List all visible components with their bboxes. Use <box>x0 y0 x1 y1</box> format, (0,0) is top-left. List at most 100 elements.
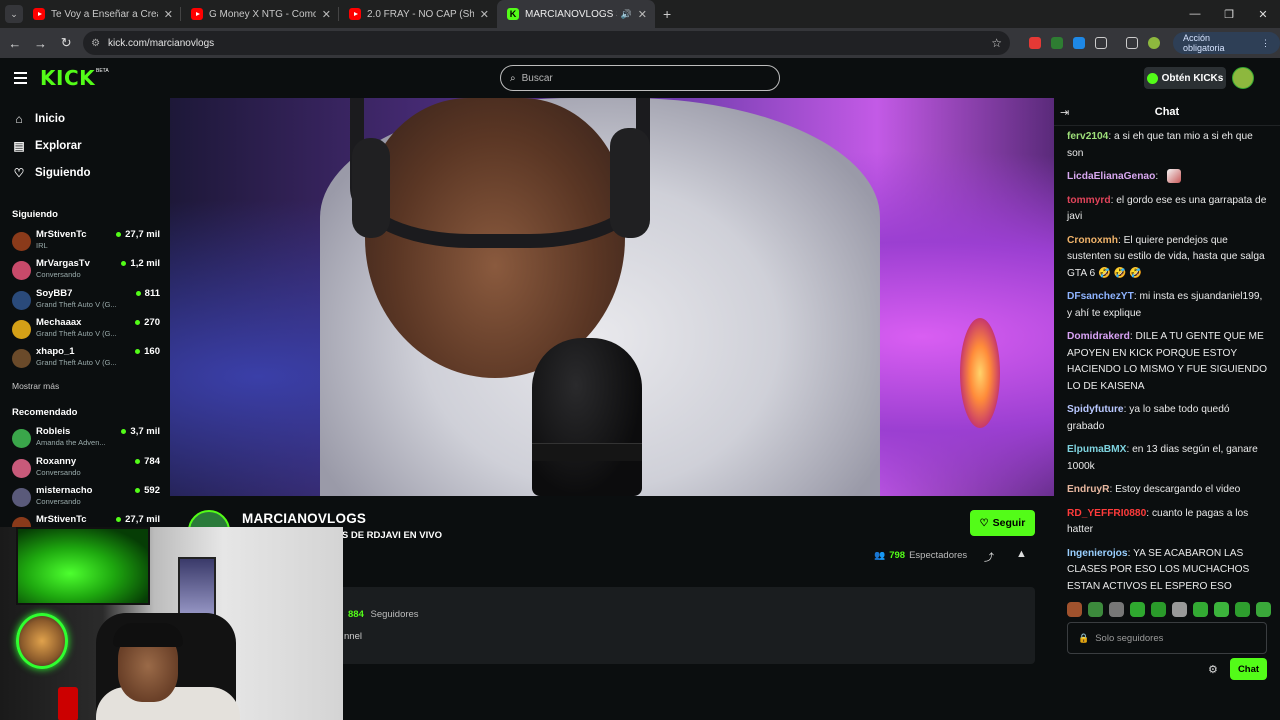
browser-tab-3[interactable]: 2.0 FRAY - NO CAP (Shot by. El ✕ <box>339 0 497 28</box>
viewer-count-value: 270 <box>144 317 160 328</box>
emote-icon[interactable] <box>1088 602 1103 617</box>
show-more-link[interactable]: Mostrar más <box>12 381 59 391</box>
chat-username[interactable]: tommyrd <box>1067 195 1111 206</box>
viewer-count-value: 3,7 mil <box>130 426 160 437</box>
chat-input-placeholder: Solo seguidores <box>1095 632 1164 644</box>
channel-avatar <box>12 320 31 339</box>
get-kicks-button[interactable]: Obtén KICKs <box>1144 67 1226 89</box>
channel-category: Conversando <box>36 497 81 506</box>
forward-icon[interactable]: → <box>28 36 54 51</box>
viewer-count: 👥 798 Espectadores <box>874 550 967 561</box>
beta-badge: BETA <box>96 68 109 74</box>
extensions-puzzle-icon[interactable] <box>1095 37 1107 49</box>
chat-username[interactable]: Cronoxmh <box>1067 235 1118 246</box>
get-kicks-label: Obtén KICKs <box>1161 72 1224 84</box>
emote-icon[interactable] <box>1214 602 1229 617</box>
new-tab-icon[interactable]: + <box>663 6 671 22</box>
following-channel[interactable]: SoyBB7 Grand Theft Auto V (G... 811 <box>12 288 160 314</box>
viewer-count: 3,7 mil <box>121 426 160 437</box>
following-channel[interactable]: xhapo_1 Grand Theft Auto V (G... 160 <box>12 346 160 372</box>
browser-tab-2[interactable]: G Money X NTG - Como Tú ( Vi ✕ <box>181 0 339 28</box>
channel-avatar <box>12 291 31 310</box>
chat-username[interactable]: LicdaElianaGenao <box>1067 171 1155 182</box>
close-tab-icon[interactable]: ✕ <box>164 8 173 21</box>
bookmark-star-icon[interactable]: ☆ <box>991 36 1002 50</box>
home-icon: ⌂ <box>15 112 23 126</box>
chat-username[interactable]: EndruyR <box>1067 484 1109 495</box>
reload-icon[interactable]: ↻ <box>53 35 79 51</box>
follower-count-label: Seguidores <box>370 609 419 620</box>
chat-send-button[interactable]: Chat <box>1230 658 1267 680</box>
audio-playing-icon[interactable]: 🔊 <box>621 9 632 20</box>
extension-record-icon[interactable] <box>1029 37 1041 49</box>
recommended-channel[interactable]: Roxanny Conversando 784 <box>12 456 160 482</box>
profile-avatar[interactable] <box>1148 37 1160 49</box>
people-icon: 👥 <box>874 550 886 560</box>
site-info-icon[interactable]: ⚙ <box>91 38 100 49</box>
action-required-label: Acción obligatoria <box>1183 33 1225 53</box>
tab-search-button[interactable]: ⌄ <box>5 5 23 23</box>
chat-username[interactable]: RD_YEFFRI0880 <box>1067 508 1146 519</box>
emote-icon[interactable] <box>1193 602 1208 617</box>
emote-icon[interactable] <box>1109 602 1124 617</box>
minimize-icon[interactable]: — <box>1178 8 1212 20</box>
report-icon[interactable]: ▲ <box>1016 548 1027 560</box>
extension-wave-icon[interactable] <box>1073 37 1085 49</box>
channel-name: MrStivenTc <box>36 514 87 525</box>
emote-icon[interactable] <box>1067 602 1082 617</box>
emote-icon[interactable] <box>1130 602 1145 617</box>
search-input[interactable]: ⌕ Buscar <box>500 65 780 91</box>
video-player[interactable] <box>170 98 1054 496</box>
action-required-button[interactable]: Acción obligatoria ⋮ <box>1173 32 1280 54</box>
recommended-channel[interactable]: misternacho Conversando 592 <box>12 485 160 511</box>
emote-icon[interactable] <box>1172 602 1187 617</box>
menu-icon[interactable] <box>14 72 27 87</box>
compass-icon: ▤ <box>13 139 25 153</box>
back-icon[interactable]: ← <box>2 36 28 51</box>
sidebar-item-inicio[interactable]: ⌂ Inicio <box>12 112 65 126</box>
sidebar-item-explorar[interactable]: ▤ Explorar <box>12 139 81 153</box>
channel-name: xhapo_1 <box>36 346 75 357</box>
live-dot-icon <box>121 261 127 266</box>
close-tab-icon[interactable]: ✕ <box>638 8 647 21</box>
streamer-name[interactable]: MARCIANOVLOGS <box>242 511 366 526</box>
user-avatar[interactable] <box>1232 67 1254 89</box>
following-channel[interactable]: Mechaaax Grand Theft Auto V (G... 270 <box>12 317 160 343</box>
close-window-icon[interactable]: ✕ <box>1246 8 1280 21</box>
channel-category: Conversando <box>36 468 81 477</box>
close-tab-icon[interactable]: ✕ <box>322 8 331 21</box>
emote-icon[interactable] <box>1256 602 1271 617</box>
chat-input[interactable]: 🔒 Solo seguidores <box>1067 622 1267 654</box>
emote-icon[interactable] <box>1235 602 1250 617</box>
sidebar-item-siguiendo[interactable]: ♡ Siguiendo <box>12 166 91 180</box>
chat-message: Spidyfuture: ya lo sabe todo quedó graba… <box>1067 402 1267 435</box>
chat-username[interactable]: DFsanchezYT <box>1067 291 1134 302</box>
browser-tab-1[interactable]: Te Voy a Enseñar a Crear y Mon ✕ <box>23 0 181 28</box>
viewer-count-label: Espectadores <box>909 550 968 561</box>
channel-name: SoyBB7 <box>36 288 73 299</box>
follow-button[interactable]: ♡ Seguir <box>970 510 1035 536</box>
chat-username[interactable]: Domidrakerd <box>1067 331 1130 342</box>
following-channel[interactable]: MrVargasTv Conversando 1,2 mil <box>12 258 160 284</box>
recommended-section-title: Recomendado <box>12 407 78 418</box>
emote-icon[interactable] <box>1151 602 1166 617</box>
chat-username[interactable]: Spidyfuture <box>1067 404 1124 415</box>
chat-settings-icon[interactable]: ⚙ <box>1208 663 1218 676</box>
kick-logo[interactable]: KICK <box>40 66 95 90</box>
chat-username[interactable]: Ingenierojos <box>1067 548 1128 559</box>
close-tab-icon[interactable]: ✕ <box>480 8 489 21</box>
chat-username[interactable]: ElpumaBMX <box>1067 444 1126 455</box>
viewer-count-value: 784 <box>144 456 160 467</box>
share-icon[interactable]: ⤴ <box>984 549 994 564</box>
more-menu-icon[interactable]: ⋮ <box>1261 38 1270 49</box>
address-bar[interactable]: ⚙ kick.com/marcianovlogs ☆ <box>83 31 1010 55</box>
browser-tab-4-active[interactable]: K MARCIANOVLOGS Stream 🔊 ✕ <box>497 0 655 28</box>
extension-green-icon[interactable] <box>1051 37 1063 49</box>
window-controls: — ❐ ✕ <box>1178 0 1280 28</box>
recommended-channel[interactable]: Robleis Amanda the Adven... 3,7 mil <box>12 426 160 452</box>
reading-list-icon[interactable] <box>1126 37 1138 49</box>
chat-username[interactable]: ferv2104 <box>1067 131 1108 142</box>
following-channel[interactable]: MrStivenTc IRL 27,7 mil <box>12 229 160 255</box>
restore-icon[interactable]: ❐ <box>1212 8 1246 21</box>
viewer-count-value: 27,7 mil <box>125 514 160 525</box>
